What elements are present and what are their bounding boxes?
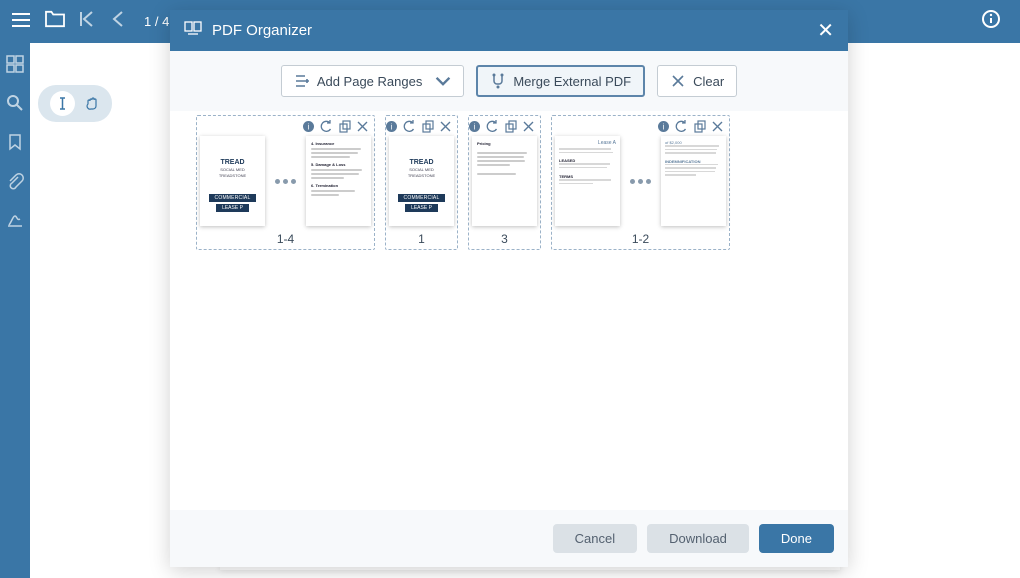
hand-tool[interactable]: [85, 96, 100, 111]
page-thumbnail[interactable]: TREAD SOCIAL MED TREADSTONE COMMERCIAL L…: [389, 136, 454, 226]
add-ranges-label: Add Page Ranges: [317, 74, 423, 89]
group-info-icon[interactable]: i: [300, 118, 316, 134]
prev-page-icon[interactable]: [108, 8, 130, 35]
group-label: 3: [472, 232, 537, 246]
clear-button[interactable]: Clear: [657, 65, 737, 97]
done-button[interactable]: Done: [759, 524, 834, 553]
page-thumbnail[interactable]: Pricing: [472, 136, 537, 226]
merge-external-pdf-button[interactable]: Merge External PDF: [476, 65, 645, 97]
bookmark-icon[interactable]: [6, 133, 24, 156]
group-rotate-icon[interactable]: [401, 118, 417, 134]
search-icon[interactable]: [6, 94, 24, 117]
page-thumbnail[interactable]: TREAD SOCIAL MED TREADSTONE COMMERCIAL L…: [200, 136, 265, 226]
page-thumbnail[interactable]: Lease A LEASED TERMS: [555, 136, 620, 226]
add-page-ranges-button[interactable]: Add Page Ranges: [281, 65, 465, 97]
merge-label: Merge External PDF: [513, 74, 631, 89]
svg-text:i: i: [390, 122, 392, 131]
cancel-button[interactable]: Cancel: [553, 524, 637, 553]
svg-text:i: i: [473, 122, 475, 131]
page-thumbnail[interactable]: of $2,000 INDEMNIFICATION: [661, 136, 726, 226]
text-cursor-tool[interactable]: [50, 91, 75, 116]
group-duplicate-icon[interactable]: [336, 118, 352, 134]
group-info-icon[interactable]: i: [655, 118, 671, 134]
page-group[interactable]: i TREAD SOCIAL MED TREADSTONE COMMERCIAL…: [196, 115, 375, 250]
range-ellipsis-icon: [624, 179, 657, 184]
menu-button[interactable]: [8, 7, 34, 36]
page-indicator: 1 / 4: [144, 14, 169, 29]
group-rotate-icon[interactable]: [484, 118, 500, 134]
page-group[interactable]: i TREAD SOCIAL MED TREADSTONE COMMERCIAL…: [385, 115, 458, 250]
group-remove-icon[interactable]: [437, 118, 453, 134]
modal-title: PDF Organizer: [212, 22, 817, 39]
group-label: 1-2: [555, 232, 726, 246]
group-rotate-icon[interactable]: [318, 118, 334, 134]
group-label: 1-4: [200, 232, 371, 246]
group-duplicate-icon[interactable]: [691, 118, 707, 134]
group-remove-icon[interactable]: [520, 118, 536, 134]
group-rotate-icon[interactable]: [673, 118, 689, 134]
form-icon[interactable]: [6, 211, 24, 234]
first-page-icon[interactable]: [76, 8, 98, 35]
page-group[interactable]: i Lease A LEASED TERMS of $2: [551, 115, 730, 250]
range-ellipsis-icon: [269, 179, 302, 184]
clear-label: Clear: [693, 74, 724, 89]
group-remove-icon[interactable]: [709, 118, 725, 134]
page-group[interactable]: i Pricing 3: [468, 115, 541, 250]
attachment-icon[interactable]: [6, 172, 24, 195]
svg-text:i: i: [662, 122, 664, 131]
download-button[interactable]: Download: [647, 524, 749, 553]
svg-text:i: i: [307, 122, 309, 131]
group-info-icon[interactable]: i: [383, 118, 399, 134]
group-remove-icon[interactable]: [354, 118, 370, 134]
group-duplicate-icon[interactable]: [419, 118, 435, 134]
group-duplicate-icon[interactable]: [502, 118, 518, 134]
grid-icon[interactable]: [6, 55, 24, 78]
open-file-icon[interactable]: [44, 10, 66, 33]
info-icon[interactable]: [982, 10, 1000, 33]
close-icon[interactable]: ✕: [817, 18, 834, 43]
group-info-icon[interactable]: i: [466, 118, 482, 134]
group-label: 1: [389, 232, 454, 246]
page-thumbnail[interactable]: 4. Insurance 5. Damage & Loss 6. Termina…: [306, 136, 371, 226]
pdf-organizer-modal: PDF Organizer ✕ Add Page Ranges Merge Ex…: [170, 10, 848, 567]
organizer-icon: [184, 19, 202, 42]
